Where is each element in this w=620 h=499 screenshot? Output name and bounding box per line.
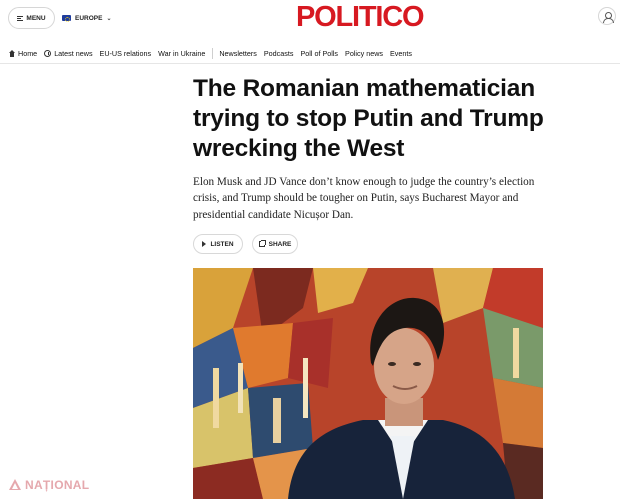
nav-item-poll-of-polls[interactable]: Poll of Polls [300, 49, 338, 58]
home-icon [8, 50, 15, 57]
listen-label: LISTEN [210, 240, 234, 248]
nav-item-label: Poll of Polls [300, 49, 339, 58]
nav-item-label: EU-US relations [99, 49, 152, 58]
nav-item-label: Policy news [345, 49, 383, 58]
share-icon [258, 240, 266, 247]
article-dek: Elon Musk and JD Vance don’t know enough… [193, 176, 535, 221]
nav-item-home[interactable]: Home [8, 49, 37, 58]
politico-logo[interactable]: POLITICO [296, 1, 425, 34]
nav-item-label: Latest news [54, 49, 93, 58]
play-icon [202, 241, 207, 247]
edition-selector[interactable]: EUROPE ⌄ [62, 12, 111, 24]
watermark-text: NAȚIONAL [25, 478, 90, 492]
listen-button[interactable]: LISTEN [193, 234, 243, 254]
national-watermark: NAȚIONAL [8, 474, 89, 496]
nav-item-label: Podcasts [263, 49, 294, 58]
eu-flag-icon [62, 15, 71, 22]
nav-item-label: War in Ukraine [158, 49, 206, 58]
nav-item-label: Events [389, 49, 412, 58]
nav-item-label: Newsletters [219, 49, 257, 58]
nav-item-events[interactable]: Events [390, 49, 412, 58]
nav-divider [212, 48, 214, 59]
user-account-icon[interactable] [598, 7, 616, 25]
nav-item-podcasts[interactable]: Podcasts [264, 49, 294, 58]
nav-item-newsletters[interactable]: Newsletters [219, 49, 257, 58]
edition-label: EUROPE [75, 14, 103, 22]
article-headline: The Romanian mathematician trying to sto… [193, 75, 544, 162]
nav-item-war-in-ukraine[interactable]: War in Ukraine [158, 49, 205, 58]
nav-item-policy-news[interactable]: Policy news [345, 49, 383, 58]
nav-item-label: Home [18, 49, 38, 58]
clock-icon [44, 50, 52, 57]
nav-item-eu-us-relations[interactable]: EU-US relations [100, 49, 152, 58]
main-nav: Home Latest news EU-US relations War in … [0, 44, 620, 64]
article-hero-image [193, 268, 543, 499]
top-bar: MENU EUROPE ⌄ POLITICO [0, 0, 620, 42]
menu-label: MENU [26, 14, 46, 22]
menu-icon [17, 15, 24, 21]
share-label: SHARE [268, 240, 292, 248]
chevron-down-icon: ⌄ [106, 15, 112, 22]
share-button[interactable]: SHARE [252, 234, 298, 254]
menu-button[interactable]: MENU [8, 7, 55, 29]
nav-item-latest-news[interactable]: Latest news [44, 49, 93, 58]
watermark-logo-icon [9, 479, 21, 490]
